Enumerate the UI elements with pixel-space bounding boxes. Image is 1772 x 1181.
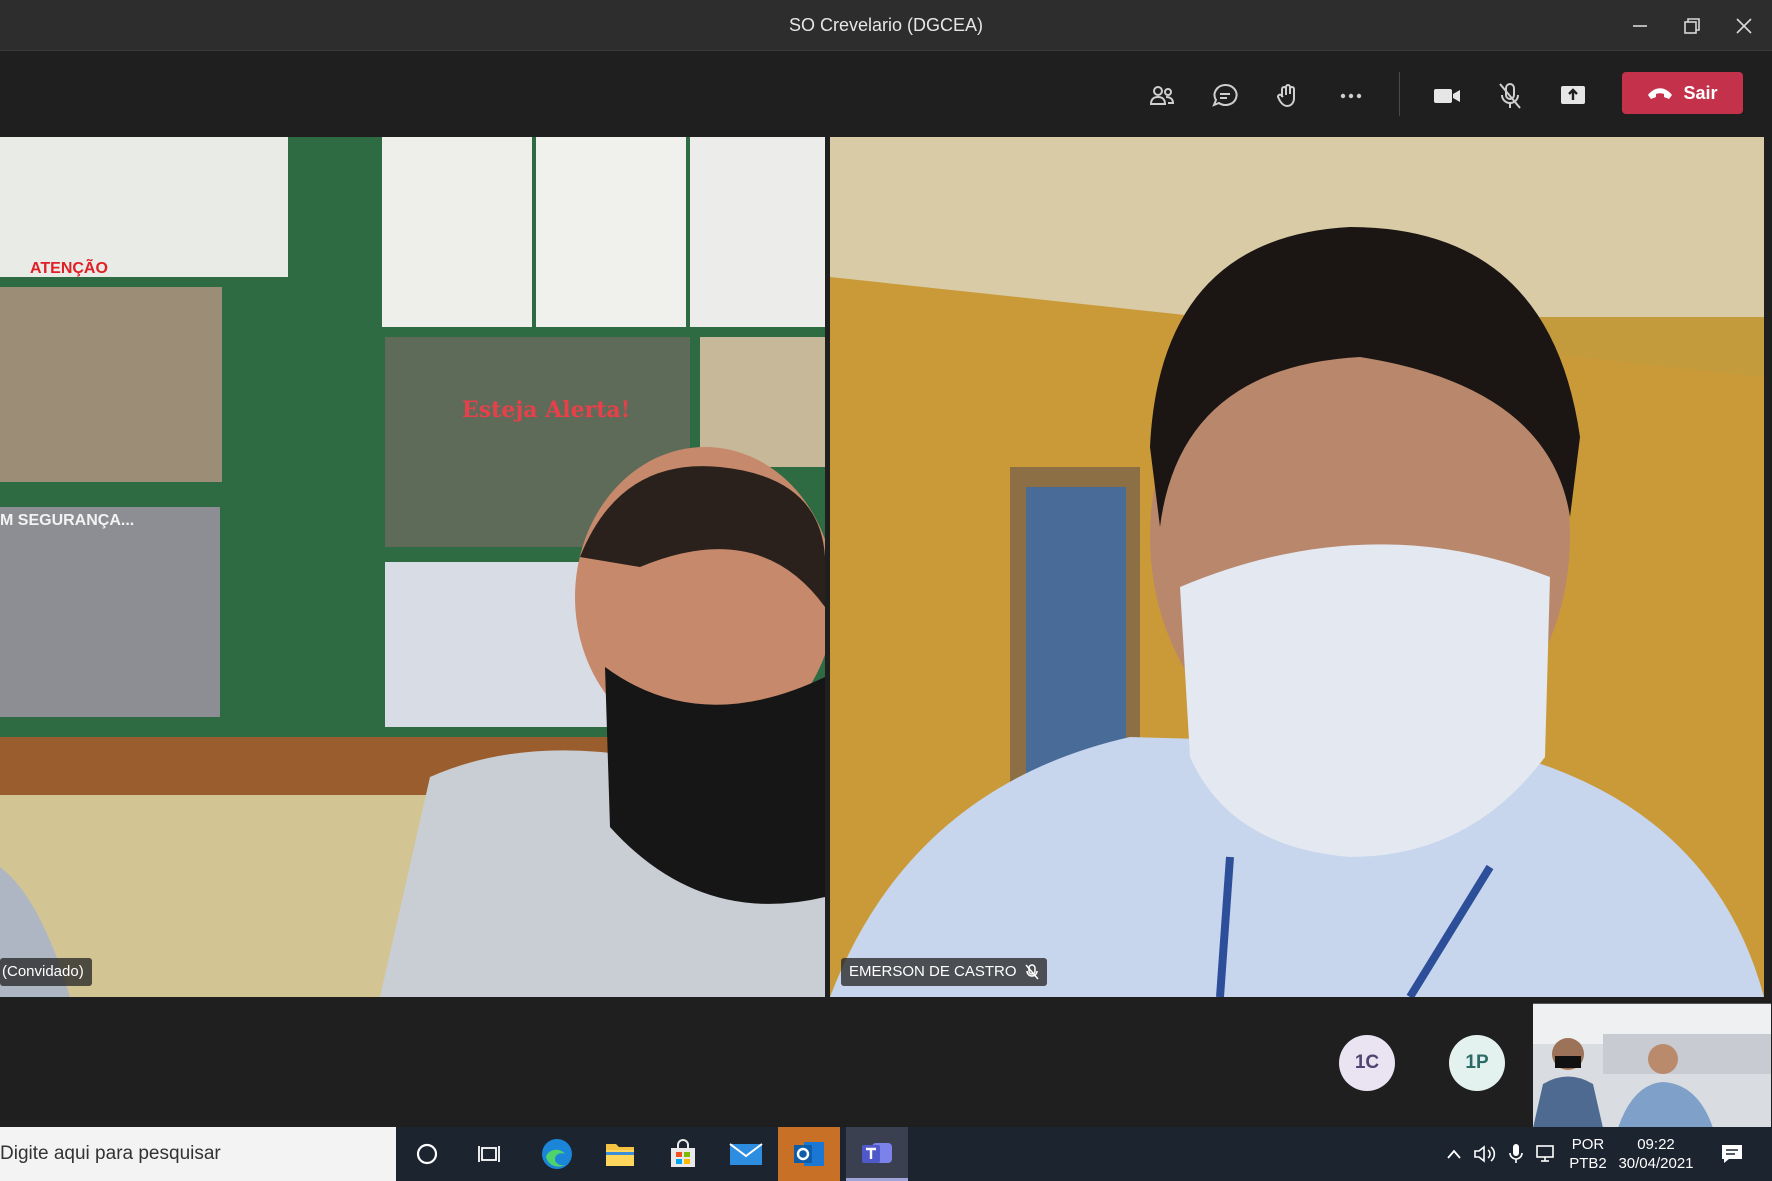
cortana-button[interactable] xyxy=(396,1127,458,1181)
speaker-icon xyxy=(1474,1145,1496,1163)
avatar-1c[interactable]: 1C xyxy=(1339,1035,1395,1091)
input-language-button[interactable]: POR PTB2 xyxy=(1564,1127,1612,1181)
network-button[interactable] xyxy=(1532,1127,1562,1181)
chat-button[interactable] xyxy=(1203,74,1247,118)
roster-strip xyxy=(0,997,1772,1127)
edge-browser-icon xyxy=(542,1139,572,1169)
microphone-button[interactable] xyxy=(1488,74,1532,118)
windows-taskbar: Digite aqui para pesquisar POR PTB2 09:2… xyxy=(0,1127,1772,1181)
people-icon xyxy=(1149,86,1175,105)
mic-off-icon xyxy=(1499,83,1521,109)
taskbar-teams[interactable] xyxy=(846,1127,908,1181)
avatar-1p-initials: 1P xyxy=(1465,1052,1489,1073)
mic-off-icon xyxy=(1024,964,1039,980)
guest-video-frame xyxy=(0,137,825,997)
avatar-1p[interactable]: 1P xyxy=(1449,1035,1505,1091)
volume-button[interactable] xyxy=(1470,1127,1500,1181)
folder-icon xyxy=(606,1144,634,1166)
close-button[interactable] xyxy=(1718,0,1770,51)
poster-text-alerta: Esteja Alerta! xyxy=(462,397,631,423)
chevron-up-icon xyxy=(1447,1149,1461,1159)
network-icon xyxy=(1536,1145,1554,1162)
title-bar: SO Crevelario (DGCEA) xyxy=(0,0,1772,51)
close-icon xyxy=(1736,17,1752,34)
cortana-circle-icon xyxy=(416,1143,438,1165)
reactions-button[interactable] xyxy=(1266,74,1310,118)
participant-video-emerson[interactable]: EMERSON DE CASTRO xyxy=(830,137,1764,997)
taskbar-file-explorer[interactable] xyxy=(589,1127,651,1181)
taskbar-search-placeholder: Digite aqui para pesquisar xyxy=(0,1143,221,1164)
clock-time: 09:22 xyxy=(1637,1136,1675,1153)
more-options-button[interactable] xyxy=(1329,74,1373,118)
clock-date: 30/04/2021 xyxy=(1618,1155,1694,1172)
lang-line1: POR xyxy=(1571,1136,1605,1153)
task-view-button[interactable] xyxy=(458,1127,520,1181)
share-screen-button[interactable] xyxy=(1551,74,1595,118)
lang-line2: PTB2 xyxy=(1569,1155,1607,1172)
self-view-frame xyxy=(1533,1004,1771,1127)
microphone-icon xyxy=(1509,1144,1523,1163)
camera-button[interactable] xyxy=(1425,74,1469,118)
video-stage: ATENÇÃO Esteja Alerta! M SEGURANÇA... (C… xyxy=(0,137,1772,997)
taskbar-outlook[interactable] xyxy=(778,1127,840,1181)
participant-name-tag-guest: (Convidado) xyxy=(0,958,92,986)
taskbar-edge[interactable] xyxy=(526,1127,588,1181)
taskbar-mail[interactable] xyxy=(715,1127,777,1181)
participants-button[interactable] xyxy=(1140,74,1184,118)
outlook-icon xyxy=(794,1142,824,1166)
raise-hand-icon xyxy=(1277,84,1295,108)
participant-name-emerson: EMERSON DE CASTRO xyxy=(849,963,1017,980)
show-hidden-icons-button[interactable] xyxy=(1440,1127,1468,1181)
leave-button[interactable]: Sair xyxy=(1622,72,1743,114)
share-tray-icon xyxy=(1561,86,1585,104)
participant-name-tag-emerson: EMERSON DE CASTRO xyxy=(841,958,1047,986)
participant-video-guest[interactable]: ATENÇÃO Esteja Alerta! M SEGURANÇA... (C… xyxy=(0,137,825,997)
chat-icon xyxy=(1212,83,1238,107)
action-center-button[interactable] xyxy=(1712,1127,1752,1181)
self-view-video[interactable] xyxy=(1533,1003,1771,1127)
more-icon xyxy=(1340,93,1362,99)
emerson-video-frame xyxy=(830,137,1764,997)
avatar-1c-initials: 1C xyxy=(1354,1052,1380,1073)
window-title: SO Crevelario (DGCEA) xyxy=(788,15,984,35)
poster-text-atencao: ATENÇÃO xyxy=(30,260,108,277)
restore-icon xyxy=(1684,17,1700,34)
teams-icon xyxy=(862,1142,892,1163)
task-view-icon xyxy=(478,1146,500,1162)
participant-name-guest: (Convidado) xyxy=(2,963,84,980)
notification-icon xyxy=(1722,1145,1742,1163)
hang-up-icon xyxy=(1648,88,1673,99)
meeting-toolbar: Sair xyxy=(0,52,1772,137)
mail-envelope-icon xyxy=(729,1143,763,1165)
video-camera-icon xyxy=(1434,89,1460,103)
poster-text-seguranca: M SEGURANÇA... xyxy=(0,512,135,529)
taskbar-store[interactable] xyxy=(652,1127,714,1181)
leave-label: Sair xyxy=(1683,82,1718,103)
taskbar-search-box[interactable]: Digite aqui para pesquisar xyxy=(0,1127,396,1181)
microphone-tray-button[interactable] xyxy=(1502,1127,1530,1181)
minimize-button[interactable] xyxy=(1614,0,1666,51)
clock-button[interactable]: 09:22 30/04/2021 xyxy=(1614,1127,1698,1181)
minimize-icon xyxy=(1633,24,1647,27)
restore-button[interactable] xyxy=(1666,0,1718,51)
toolbar-divider xyxy=(1399,72,1400,116)
store-bag-icon xyxy=(671,1139,695,1167)
